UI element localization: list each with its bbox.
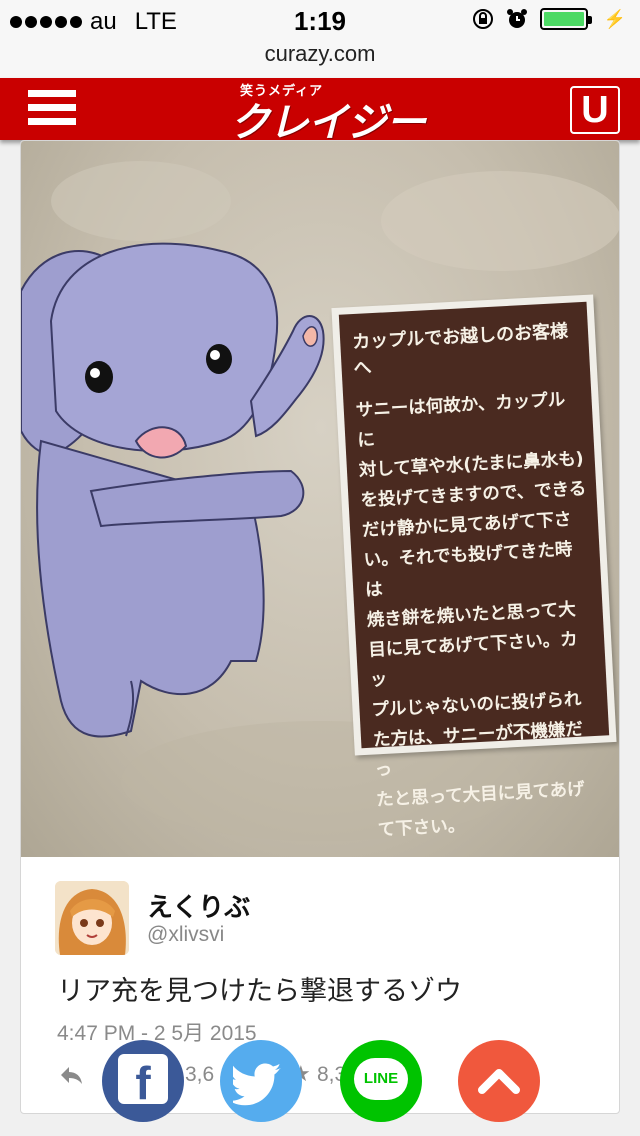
tweet-text: リア充を見つけたら撃退するゾウ [57,976,462,1006]
site-header: 笑うメディア クレイジー U [0,78,640,145]
twitter-share-button[interactable] [220,1040,302,1122]
u-button[interactable]: U [570,86,620,134]
scroll-top-button[interactable] [458,1040,540,1122]
user-handle[interactable]: @xlivsvi [147,923,224,947]
sign-body: サニーは何故か、カップルに 対して草や水(たまに鼻水も) を投げてきますので、で… [355,384,604,845]
user-name[interactable]: えくりぶ [147,887,250,924]
rotation-lock-icon [472,9,493,29]
alarm-icon [506,9,527,28]
battery-icon [539,8,592,30]
twitter-bird-icon [229,1063,281,1106]
status-bar: au LTE 1:19 ⚡ [0,0,640,40]
line-share-button[interactable]: LINE [340,1040,422,1122]
hamburger-icon[interactable] [28,90,76,128]
sign-title: カップルでお越しのお客様へ [351,320,569,380]
avatar-image [55,881,129,955]
status-icons: ⚡ [472,8,626,30]
chevron-up-icon [478,1069,520,1094]
retweet-count: 3,6 [185,1063,215,1086]
reply-icon[interactable] [57,1061,85,1089]
url-domain: curazy.com [264,41,376,66]
zoo-sign: カップルでお越しのお客様へ サニーは何故か、カップルに 対して草や水(たまに鼻水… [331,294,617,840]
site-logo[interactable]: 笑うメディア クレイジー [230,80,450,145]
facebook-icon: f [118,1054,168,1109]
line-icon: LINE [354,1058,408,1100]
user-avatar[interactable] [55,881,129,955]
screen: au LTE 1:19 ⚡ curazy.com 笑うメディア クレイジー U [0,0,640,1136]
charging-icon: ⚡ [603,8,626,29]
embedded-tweet-card: カップルでお越しのお客様へ サニーは何故か、カップルに 対して草や水(たまに鼻水… [20,140,620,1114]
tweet-photo[interactable]: カップルでお越しのお客様へ サニーは何故か、カップルに 対して草や水(たまに鼻水… [21,141,619,857]
url-bar[interactable]: curazy.com [0,40,640,78]
facebook-share-button[interactable]: f [102,1040,184,1122]
